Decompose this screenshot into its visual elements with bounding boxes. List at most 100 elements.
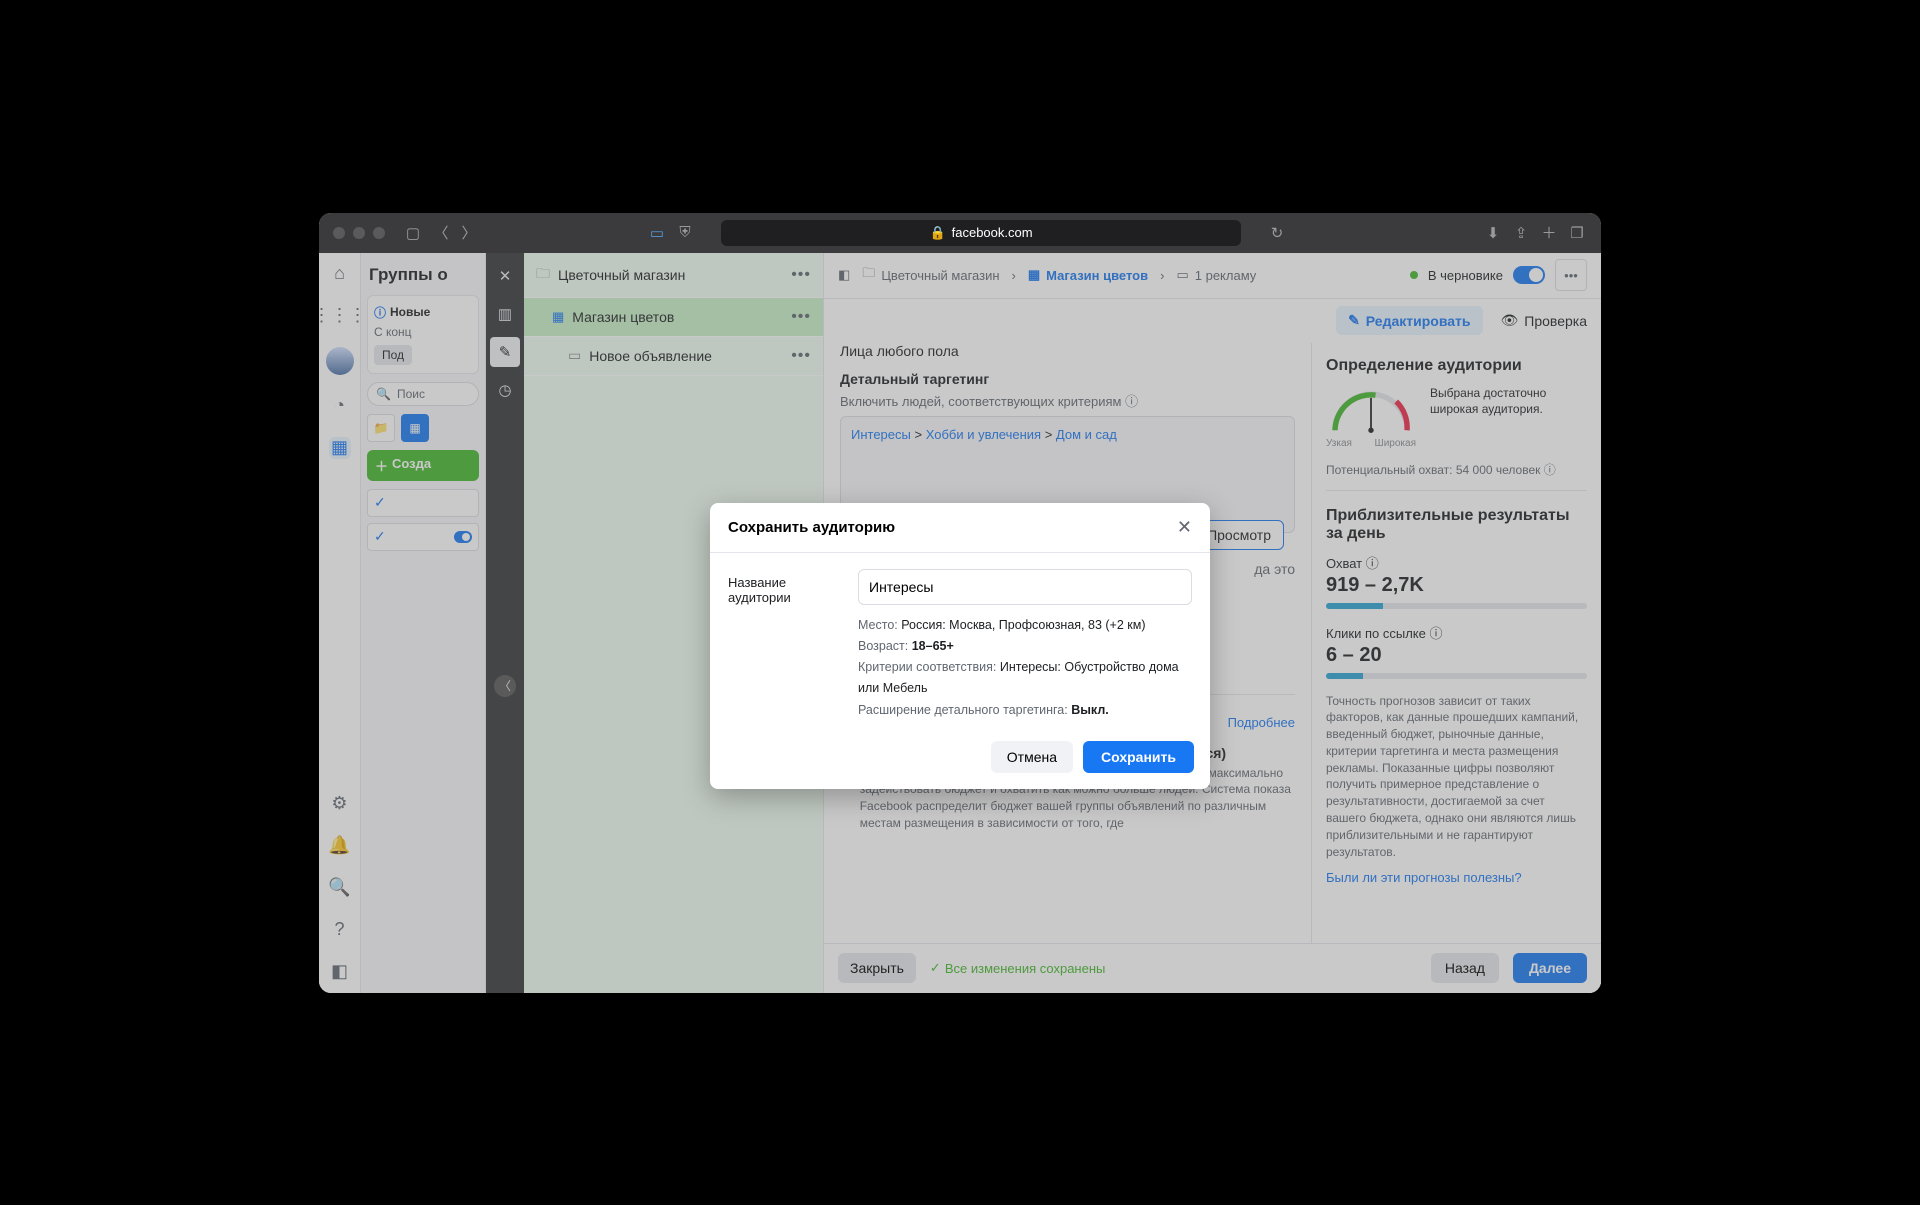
list-row-2[interactable]: ✓ (367, 523, 479, 551)
info-icon[interactable]: ⓘ (1429, 626, 1442, 641)
tab-edit[interactable]: ✎ Редактировать (1336, 306, 1482, 335)
path-hobby[interactable]: Хобби и увлечения (926, 427, 1041, 442)
collapse-round-icon[interactable]: 〈 (494, 675, 516, 697)
feedback-link[interactable]: Были ли эти прогнозы полезны? (1326, 870, 1522, 885)
list-row-1[interactable]: ✓ (367, 489, 479, 517)
reach-bar (1326, 603, 1587, 609)
tab-preview[interactable]: 👁 Проверка (1501, 312, 1588, 329)
save-audience-modal: Сохранить аудиторию ✕ Название аудитории… (710, 503, 1210, 789)
gear-icon[interactable]: ⚙ (329, 793, 351, 815)
audience-def-title: Определение аудитории (1326, 357, 1587, 375)
crumb-campaign[interactable]: 🗀 Цветочный магазин (862, 264, 999, 286)
gauge-icon[interactable]: ◔ (329, 395, 351, 417)
table-icon[interactable]: ▦ (329, 437, 351, 459)
tree-item-ad[interactable]: ▭Новое объявление ••• (524, 337, 823, 376)
campaign-search[interactable]: 🔍 Поис (367, 382, 479, 406)
avatar[interactable] (326, 347, 354, 375)
nav-back-icon[interactable]: 〈 (431, 222, 451, 243)
crumb-ad[interactable]: ▭ 1 рекламу (1176, 267, 1256, 283)
campaign-col-title: Группы о (367, 261, 479, 295)
audience-name-label: Название аудитории (728, 569, 846, 605)
collapse-icon[interactable]: ◧ (329, 961, 351, 983)
info-icon[interactable]: ⓘ (1125, 394, 1138, 409)
crumb-adset[interactable]: ▦ Магазин цветов (1028, 267, 1148, 283)
more-icon[interactable]: ••• (791, 308, 811, 326)
breadcrumb-bar: ◧ 🗀 Цветочный магазин › ▦ Магазин цветов… (824, 253, 1601, 299)
campaign-card-btn[interactable]: Под (374, 345, 412, 365)
chart-icon[interactable]: ▥ (490, 299, 520, 329)
campaign-card[interactable]: ⓘНовые С конц Под (367, 295, 479, 374)
newtab-icon[interactable]: ＋ (1539, 222, 1559, 243)
url-bar[interactable]: 🔒 facebook.com (721, 220, 1241, 246)
folder-icon: 🗀 (536, 263, 550, 287)
more-button[interactable]: ••• (1555, 259, 1587, 291)
gender-text: Лица любого пола (840, 343, 1295, 359)
path-interests[interactable]: Интересы (851, 427, 911, 442)
ad-icon: ▭ (568, 347, 581, 364)
campaign-card-sub: С конц (374, 325, 472, 339)
path-home[interactable]: Дом и сад (1056, 427, 1117, 442)
audience-summary: Место: Россия: Москва, Профсоюзная, 83 (… (858, 615, 1192, 721)
audience-gauge: УзкаяШирокая (1326, 385, 1416, 449)
saved-indicator: ✓Все изменения сохранены (930, 960, 1105, 976)
info-icon[interactable]: ⓘ (1366, 556, 1379, 571)
browser-chrome: ▢ 〈 〉 ▭ ⛨ 🔒 facebook.com ↻ ⬇ ⇪ ＋ ❐ (319, 213, 1601, 253)
draft-status: В черновике (1428, 268, 1503, 283)
app-frame: ▢ 〈 〉 ▭ ⛨ 🔒 facebook.com ↻ ⬇ ⇪ ＋ ❐ ⌂ ⋮⋮⋮… (319, 213, 1601, 993)
clock-icon[interactable]: ◷ (490, 375, 520, 405)
nav-fwd-icon[interactable]: 〉 (459, 222, 479, 243)
home-icon[interactable]: ⌂ (329, 263, 351, 285)
close-button[interactable]: Закрыть (838, 953, 916, 983)
tree-item-campaign[interactable]: 🗀Цветочный магазин ••• (524, 253, 823, 298)
more-icon[interactable]: ••• (791, 266, 811, 284)
audience-msg: Выбрана достаточно широкая аудитория. (1430, 385, 1587, 419)
download-icon[interactable]: ⬇ (1483, 224, 1503, 242)
placements-more-link[interactable]: Подробнее (1228, 715, 1295, 730)
tabs-icon[interactable]: ❐ (1567, 224, 1587, 242)
shield-icon[interactable]: ⛨ (675, 224, 695, 241)
campaign-card-title: Новые (390, 305, 430, 319)
close-icon[interactable]: ✕ (1177, 517, 1192, 538)
reload-icon[interactable]: ↻ (1267, 224, 1287, 242)
create-button[interactable]: ＋ Созда (367, 450, 479, 481)
next-button[interactable]: Далее (1513, 953, 1587, 983)
back-button[interactable]: Назад (1431, 953, 1499, 983)
share-icon[interactable]: ⇪ (1511, 224, 1531, 242)
apps-icon[interactable]: ⋮⋮⋮ (329, 305, 351, 327)
side-panel: Определение аудитории УзкаяШирокая Выбра… (1311, 343, 1601, 943)
save-button[interactable]: Сохранить (1083, 741, 1194, 773)
check-icon: ✓ (930, 960, 941, 976)
more-icon[interactable]: ••• (791, 347, 811, 365)
bottom-bar: Закрыть ✓Все изменения сохранены Назад Д… (824, 943, 1601, 993)
url-text: facebook.com (952, 225, 1033, 240)
help-icon[interactable]: ? (329, 919, 351, 941)
status-toggle[interactable] (1513, 266, 1545, 284)
tree-item-adset[interactable]: ▦Магазин цветов ••• (524, 298, 823, 337)
potential-reach: Потенциальный охват: 54 000 человек (1326, 463, 1540, 477)
detail-targeting-sub: Включить людей, соответствующих критерия… (840, 394, 1122, 409)
traffic-lights[interactable] (333, 227, 385, 239)
clicks-label: Клики по ссылке (1326, 626, 1426, 641)
vertical-toolbar: ✕ ▥ ✎ ◷ 〈 (486, 253, 524, 993)
panel-icon[interactable]: ◧ (838, 267, 850, 283)
status-dot (1410, 271, 1418, 279)
audience-name-input[interactable] (858, 569, 1192, 605)
modal-title: Сохранить аудиторию (728, 519, 895, 536)
adset-icon: ▦ (552, 309, 564, 325)
reader-icon[interactable]: ▭ (647, 224, 667, 242)
close-panel-icon[interactable]: ✕ (490, 261, 520, 291)
sidebar-toggle-icon[interactable]: ▢ (403, 224, 423, 242)
campaign-search-text: Поис (397, 387, 425, 401)
content-area: ⌂ ⋮⋮⋮ ◔ ▦ ⚙ 🔔 🔍 ? ◧ Группы о ⓘНовые С ко… (319, 253, 1601, 993)
reach-label: Охват (1326, 556, 1362, 571)
cancel-button[interactable]: Отмена (991, 741, 1073, 773)
view-switch: 📁 ▦ (367, 414, 479, 442)
folder-view-icon[interactable]: 📁 (367, 414, 395, 442)
info-icon[interactable]: ⓘ (1544, 463, 1556, 477)
bell-icon[interactable]: 🔔 (329, 835, 351, 857)
search-icon[interactable]: 🔍 (329, 877, 351, 899)
clicks-bar (1326, 673, 1587, 679)
grid-view-icon[interactable]: ▦ (401, 414, 429, 442)
left-rail: ⌂ ⋮⋮⋮ ◔ ▦ ⚙ 🔔 🔍 ? ◧ (319, 253, 361, 993)
pencil-icon[interactable]: ✎ (490, 337, 520, 367)
